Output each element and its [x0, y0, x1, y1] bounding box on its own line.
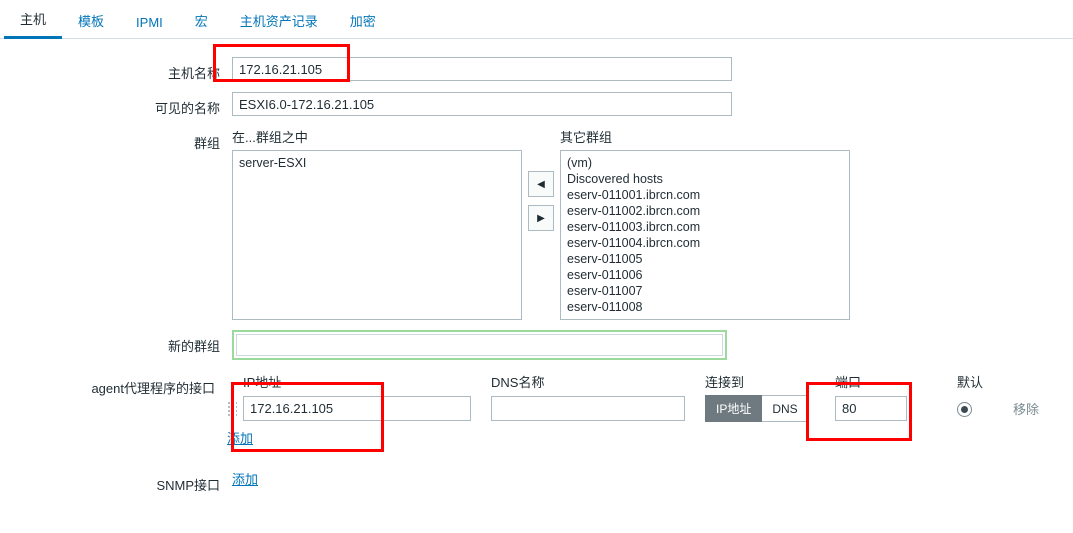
list-item[interactable]: eserv-011008 [567, 299, 843, 315]
list-item[interactable]: (vm) [567, 155, 843, 171]
label-groups: 群组 [0, 127, 232, 152]
move-right-button[interactable]: ▶ [528, 205, 554, 231]
connect-to-dns-button[interactable]: DNS [762, 395, 808, 422]
tab-templates[interactable]: 模板 [62, 5, 120, 38]
header-dns: DNS名称 [491, 372, 687, 391]
visible-name-input[interactable] [232, 92, 732, 116]
list-item[interactable]: eserv-011005 [567, 251, 843, 267]
default-interface-radio[interactable] [957, 402, 972, 417]
list-item[interactable]: eserv-011001.ibrcn.com [567, 187, 843, 203]
connect-to-toggle: IP地址 DNS [705, 395, 835, 422]
tab-bar: 主机 模板 IPMI 宏 主机资产记录 加密 [0, 0, 1073, 39]
add-agent-interface-link[interactable]: 添加 [227, 431, 253, 446]
agent-dns-input[interactable] [491, 396, 685, 421]
agent-ip-input[interactable] [243, 396, 471, 421]
new-group-highlight [232, 330, 727, 360]
header-port: 端口 [835, 372, 933, 391]
tab-ipmi[interactable]: IPMI [120, 9, 179, 38]
header-ip: IP地址 [243, 372, 473, 391]
list-item[interactable]: eserv-011007 [567, 283, 843, 299]
list-item[interactable]: eserv-011004.ibrcn.com [567, 235, 843, 251]
tab-macros[interactable]: 宏 [179, 5, 224, 38]
label-in-groups: 在...群组之中 [232, 127, 522, 146]
label-snmp-interfaces: SNMP接口 [0, 469, 232, 494]
list-item[interactable]: eserv-011006 [567, 267, 843, 283]
triangle-left-icon: ◀ [537, 179, 545, 190]
agent-port-input[interactable] [835, 396, 907, 421]
agent-interface-row: IP地址 DNS 移除 [227, 395, 1073, 422]
list-item[interactable]: server-ESXI [239, 155, 515, 171]
tab-encryption[interactable]: 加密 [334, 5, 392, 38]
move-left-button[interactable]: ◀ [528, 171, 554, 197]
label-new-group: 新的群组 [0, 330, 232, 355]
host-name-input[interactable] [232, 57, 732, 81]
new-group-input[interactable] [236, 334, 723, 356]
label-other-groups: 其它群组 [560, 127, 850, 146]
triangle-right-icon: ▶ [537, 213, 545, 224]
drag-handle-icon[interactable] [227, 401, 237, 417]
in-groups-list[interactable]: server-ESXI [232, 150, 522, 320]
remove-interface-link[interactable]: 移除 [1013, 399, 1073, 418]
connect-to-ip-button[interactable]: IP地址 [705, 395, 762, 422]
header-default: 默认 [957, 372, 1013, 391]
tab-host[interactable]: 主机 [4, 3, 62, 39]
list-item[interactable]: eserv-011002.ibrcn.com [567, 203, 843, 219]
other-groups-list[interactable]: (vm) Discovered hosts eserv-011001.ibrcn… [560, 150, 850, 320]
tab-inventory[interactable]: 主机资产记录 [224, 5, 334, 38]
label-visible-name: 可见的名称 [0, 92, 232, 117]
list-item[interactable]: eserv-011003.ibrcn.com [567, 219, 843, 235]
add-snmp-interface-link[interactable]: 添加 [232, 472, 258, 487]
list-item[interactable]: Discovered hosts [567, 171, 843, 187]
label-agent-interfaces: agent代理程序的接口 [0, 372, 227, 397]
label-host-name: 主机名称 [0, 57, 232, 82]
header-connect-to: 连接到 [705, 372, 835, 391]
